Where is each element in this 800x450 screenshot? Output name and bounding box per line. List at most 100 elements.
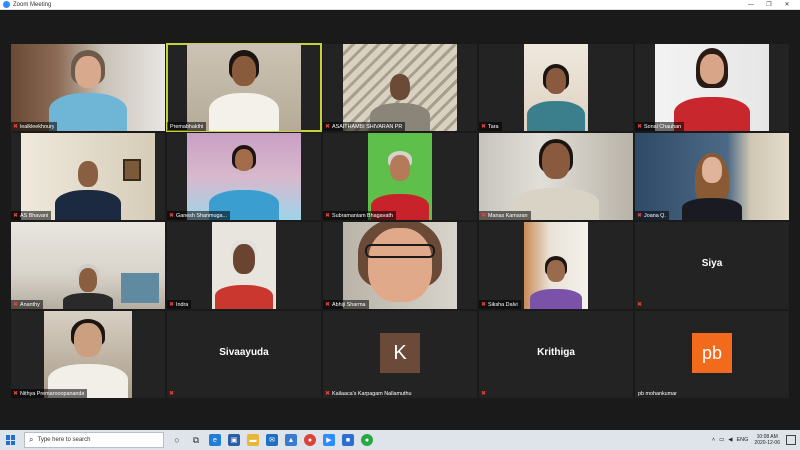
zoom-icon[interactable]: ▶ xyxy=(323,434,335,446)
chrome-icon[interactable]: ● xyxy=(304,434,316,446)
muted-mic-icon: ✖ xyxy=(325,212,331,219)
participant-display-name: Sivaayuda xyxy=(219,347,269,358)
windows-taskbar: ⌕ Type here to search ○ ⧉ e ▣ ▬ ✉ ▲ ● ▶ … xyxy=(0,430,800,450)
participant-name-bar: ✖ AS Bhavani xyxy=(11,211,52,220)
participant-name-bar: ✖ Kailaaca's Karpagam Nallamuthu xyxy=(323,389,415,398)
participant-tile[interactable]: ✖ Abhiji Sharma xyxy=(323,222,477,309)
participant-video xyxy=(21,133,155,220)
participant-tile[interactable]: ✖ Nithya Premarooopananda xyxy=(11,311,165,398)
participant-name-bar: ✖ Siksha Dalvi xyxy=(479,300,521,309)
participant-tile[interactable]: ✖ Subramaniam Bhagavath xyxy=(323,133,477,220)
participant-name-bar: ✖ xyxy=(479,389,491,398)
participant-display-name: Krithiga xyxy=(537,347,575,358)
participant-name: Tara xyxy=(488,123,499,130)
participant-video xyxy=(11,44,165,131)
muted-mic-icon: ✖ xyxy=(13,212,19,219)
muted-mic-icon: ✖ xyxy=(169,390,175,397)
participant-tile-no-video[interactable]: Sivaayuda ✖ xyxy=(167,311,321,398)
participant-tile[interactable]: ✖ Ananthy xyxy=(11,222,165,309)
photos-icon[interactable]: ▲ xyxy=(285,434,297,446)
participant-video xyxy=(187,44,301,131)
participant-tile[interactable]: ✖ Siksha Dalvi xyxy=(479,222,633,309)
participant-name: Ganesh Shanmuga... xyxy=(176,212,227,219)
participant-tile[interactable]: ✖ Indra xyxy=(167,222,321,309)
notification-icon[interactable] xyxy=(786,435,796,445)
participant-name-bar: pb mohankumar xyxy=(635,389,680,398)
window-controls: — ❐ ✕ xyxy=(742,0,796,10)
edge-icon[interactable]: e xyxy=(209,434,221,446)
participant-tile[interactable]: ✖ Sonal Chauhan xyxy=(635,44,789,131)
participant-tile-avatar[interactable]: pb pb mohankumar xyxy=(635,311,789,398)
participant-video xyxy=(368,133,432,220)
muted-mic-icon: ✖ xyxy=(637,123,643,130)
participant-video xyxy=(187,133,301,220)
muted-mic-icon: ✖ xyxy=(637,301,643,308)
mail-icon[interactable]: ✉ xyxy=(266,434,278,446)
window-in-background xyxy=(121,273,159,303)
participant-tile[interactable]: ✖ Joana Q. xyxy=(635,133,789,220)
participant-name: Kailaaca's Karpagam Nallamuthu xyxy=(332,390,412,397)
participant-video xyxy=(524,222,588,309)
muted-mic-icon: ✖ xyxy=(169,301,175,308)
windows-start-icon[interactable] xyxy=(6,435,16,445)
participant-name: AS Bhavani xyxy=(20,212,49,219)
muted-mic-icon: ✖ xyxy=(13,390,19,397)
muted-mic-icon: ✖ xyxy=(325,301,331,308)
muted-mic-icon: ✖ xyxy=(481,390,487,397)
task-view-icon[interactable]: ⧉ xyxy=(190,434,202,446)
participant-video xyxy=(635,133,789,220)
participant-name: Ananthy xyxy=(20,301,40,308)
participant-tile[interactable]: ✖ ASAITHAMBI SHIVARAN PR xyxy=(323,44,477,131)
participant-video xyxy=(343,222,457,309)
close-button[interactable]: ✕ xyxy=(778,0,796,10)
participant-tile-active-speaker[interactable]: Premabhakthi xyxy=(166,43,322,132)
video-icon[interactable]: ■ xyxy=(342,434,354,446)
participant-tile-no-video[interactable]: Krithiga ✖ xyxy=(479,311,633,398)
participant-tile[interactable]: ✖ lealkleekhoury xyxy=(11,44,165,131)
maximize-button[interactable]: ❐ xyxy=(760,0,778,10)
minimize-button[interactable]: — xyxy=(742,0,760,10)
participant-name-bar: ✖ Manas Kamaran xyxy=(479,211,531,220)
muted-mic-icon: ✖ xyxy=(13,123,19,130)
participant-tile[interactable]: ✖ AS Bhavani xyxy=(11,133,165,220)
chevron-up-icon[interactable]: ˄ xyxy=(712,437,715,443)
participant-name-bar: ✖ Abhiji Sharma xyxy=(323,300,369,309)
participant-name: pb mohankumar xyxy=(638,390,677,397)
participant-name-bar: ✖ ASAITHAMBI SHIVARAN PR xyxy=(323,122,406,131)
participant-name: lealkleekhoury xyxy=(20,123,55,130)
participant-tile[interactable]: ✖ Manas Kamaran xyxy=(479,133,633,220)
chrome-alt-icon[interactable]: ● xyxy=(361,434,373,446)
participant-name: ASAITHAMBI SHIVARAN PR xyxy=(332,123,403,130)
cortana-icon[interactable]: ○ xyxy=(171,434,183,446)
volume-icon[interactable]: ◀ xyxy=(728,437,732,443)
participant-tile[interactable]: ✖ Tara xyxy=(479,44,633,131)
participant-avatar: pb xyxy=(692,333,732,373)
participant-tile[interactable]: ✖ Ganesh Shanmuga... xyxy=(167,133,321,220)
participant-name: Sonal Chauhan xyxy=(644,123,682,130)
muted-mic-icon: ✖ xyxy=(13,301,19,308)
network-icon[interactable]: ▭ xyxy=(719,437,724,443)
participant-tile-no-video[interactable]: Siya ✖ xyxy=(635,222,789,309)
participant-name-bar: ✖ Ganesh Shanmuga... xyxy=(167,211,230,220)
taskbar-search-box[interactable]: ⌕ Type here to search xyxy=(24,432,164,448)
participant-name: Indra xyxy=(176,301,189,308)
participant-name-bar: Premabhakthi xyxy=(167,122,207,131)
language-indicator[interactable]: ENG xyxy=(737,437,749,443)
participant-video xyxy=(343,44,457,131)
clock[interactable]: 10:08 AM 2020-12-06 xyxy=(754,434,780,446)
participant-name: Nithya Premarooopananda xyxy=(20,390,85,397)
wall-picture xyxy=(123,159,141,181)
search-icon: ⌕ xyxy=(29,435,34,444)
participant-video xyxy=(524,44,588,131)
participant-name-bar: ✖ Sonal Chauhan xyxy=(635,122,685,131)
participant-tile-avatar[interactable]: K ✖ Kailaaca's Karpagam Nallamuthu xyxy=(323,311,477,398)
window-title: Zoom Meeting xyxy=(13,1,52,8)
participant-name-bar: ✖ Ananthy xyxy=(11,300,43,309)
participant-video xyxy=(11,222,165,309)
store-icon[interactable]: ▣ xyxy=(228,434,240,446)
participant-name: Siksha Dalvi xyxy=(488,301,518,308)
file-explorer-icon[interactable]: ▬ xyxy=(247,434,259,446)
title-bar: Zoom Meeting — ❐ ✕ xyxy=(0,0,800,10)
participant-name: Abhiji Sharma xyxy=(332,301,366,308)
muted-mic-icon: ✖ xyxy=(325,123,331,130)
